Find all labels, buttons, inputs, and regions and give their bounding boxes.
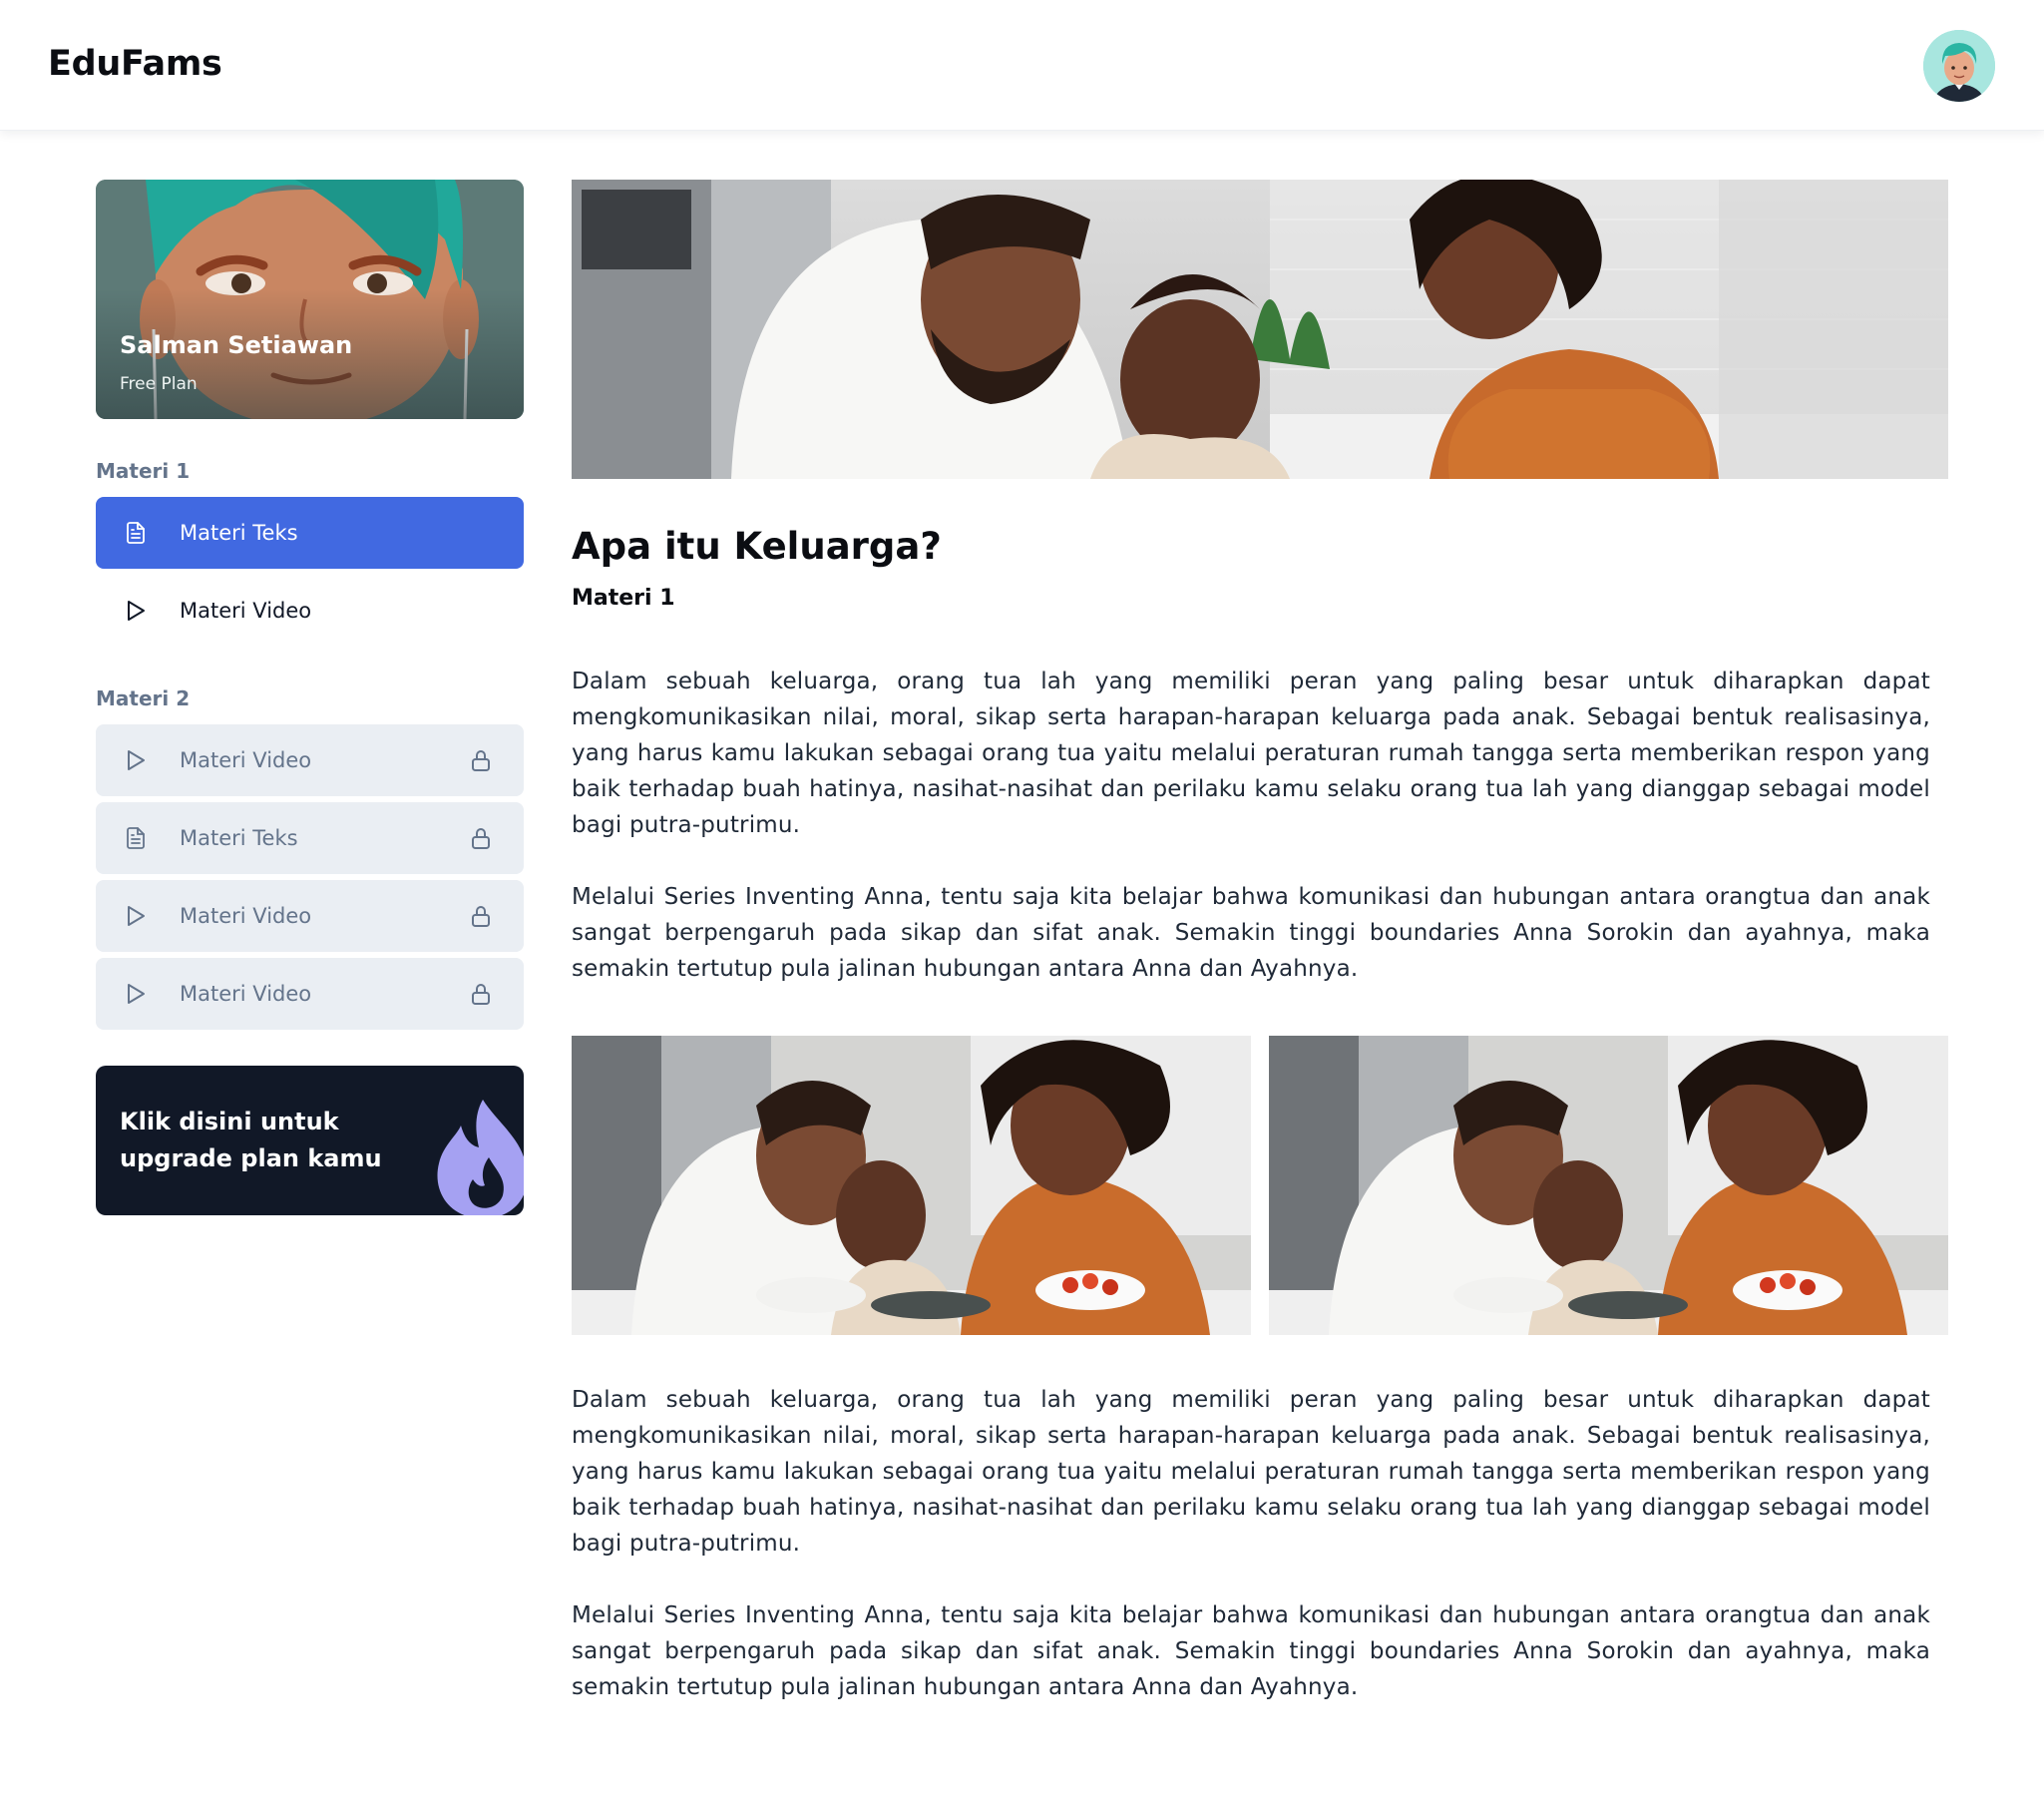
document-icon: [127, 827, 145, 849]
sidebar-item-materi-teks[interactable]: Materi Teks: [96, 497, 524, 569]
sidebar-item-label: Materi Teks: [180, 521, 298, 545]
content-image-right: [1269, 1036, 1948, 1335]
profile-card[interactable]: Salman Setiawan Free Plan: [96, 180, 524, 419]
sidebar-item-locked-video-1[interactable]: Materi Video: [96, 724, 524, 796]
lock-icon: [472, 984, 490, 1005]
article-subtitle: Materi 1: [572, 586, 675, 611]
article-paragraph: Dalam sebuah keluarga, orang tua lah yan…: [572, 669, 1930, 838]
sidebar-item-locked-video-3[interactable]: Materi Video: [96, 958, 524, 1030]
sidebar-item-label: Materi Video: [180, 599, 312, 623]
content-image-left: [572, 1036, 1251, 1335]
play-icon: [128, 601, 145, 621]
lock-icon: [472, 828, 490, 849]
sidebar-item-label: Materi Teks: [180, 826, 298, 850]
sidebar-item-label: Materi Video: [180, 904, 312, 928]
upgrade-label: Klik disini untuk upgrade plan kamu: [120, 1108, 382, 1172]
article-paragraph: Melalui Series Inventing Anna, tentu saj…: [572, 884, 1930, 982]
lock-icon: [472, 906, 490, 927]
sidebar-item-locked-video-2[interactable]: Materi Video: [96, 880, 524, 952]
play-icon: [128, 984, 145, 1004]
sidebar-item-materi-video[interactable]: Materi Video: [96, 575, 524, 647]
profile-plan: Free Plan: [120, 374, 198, 394]
upgrade-plan-button[interactable]: Klik disini untuk upgrade plan kamu: [96, 1066, 524, 1215]
sidebar-item-label: Materi Video: [180, 748, 312, 772]
section-label-materi-1: Materi 1: [96, 459, 191, 483]
article-paragraph: Dalam sebuah keluarga, orang tua lah yan…: [572, 1387, 1930, 1557]
play-icon: [128, 750, 145, 770]
play-icon: [128, 906, 145, 926]
user-avatar[interactable]: [1923, 30, 1995, 102]
section-label-materi-2: Materi 2: [96, 686, 191, 710]
flame-icon: [437, 1100, 524, 1215]
sidebar-item-label: Materi Video: [180, 982, 312, 1006]
article-title: Apa itu Keluarga?: [572, 525, 942, 568]
lock-icon: [472, 750, 490, 771]
article-paragraph: Melalui Series Inventing Anna, tentu saj…: [572, 1602, 1930, 1700]
profile-name: Salman Setiawan: [120, 331, 353, 359]
top-navbar: EduFams: [0, 0, 2044, 131]
document-icon: [127, 522, 145, 544]
hero-image: [572, 180, 1948, 479]
sidebar-item-locked-teks[interactable]: Materi Teks: [96, 802, 524, 874]
brand-logo[interactable]: EduFams: [48, 44, 222, 84]
